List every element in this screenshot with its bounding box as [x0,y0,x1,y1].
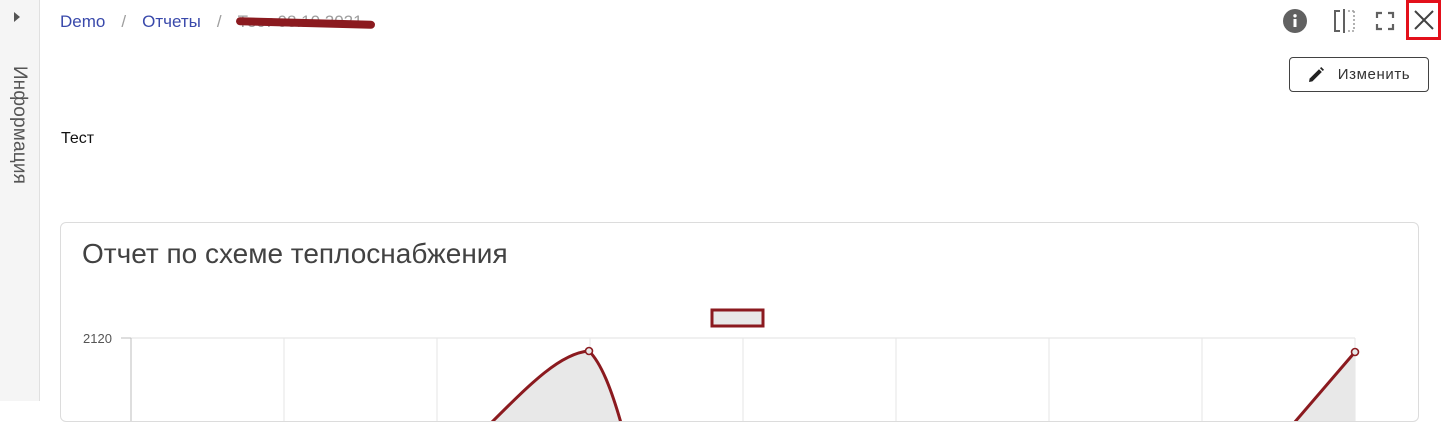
info-side-panel[interactable]: Информация [0,0,40,401]
edit-button-label: Изменить [1337,66,1411,83]
fullscreen-icon[interactable] [1372,8,1398,34]
breadcrumb-demo[interactable]: Demo [60,12,105,32]
series-area-left [493,351,589,421]
y-tick-label: 2120 [83,331,112,346]
info-icon[interactable] [1282,8,1308,34]
data-point[interactable] [584,346,594,356]
breadcrumb-reports[interactable]: Отчеты [142,12,201,32]
breadcrumb-separator: / [121,12,127,31]
data-point[interactable] [1350,347,1360,357]
report-card: Отчет по схеме теплоснабжения 2120 [60,222,1419,422]
chart-grid [130,337,1356,421]
caret-right-icon[interactable] [10,9,24,25]
side-panel-label[interactable]: Информация [8,66,30,184]
split-view-icon[interactable] [1332,8,1358,34]
breadcrumb-separator: / [216,12,222,31]
breadcrumb: Demo / Отчеты / Тест 08.10.2021 [60,11,375,33]
close-button[interactable] [1406,0,1441,40]
breadcrumb-current: Тест 08.10.2021 [235,12,375,32]
close-icon [1413,10,1434,30]
legend-swatch[interactable] [710,308,765,328]
report-description: Тест [61,130,95,147]
edit-button[interactable]: Изменить [1289,57,1429,92]
chart-area: 2120 [83,308,1360,421]
pencil-icon [1308,66,1324,82]
